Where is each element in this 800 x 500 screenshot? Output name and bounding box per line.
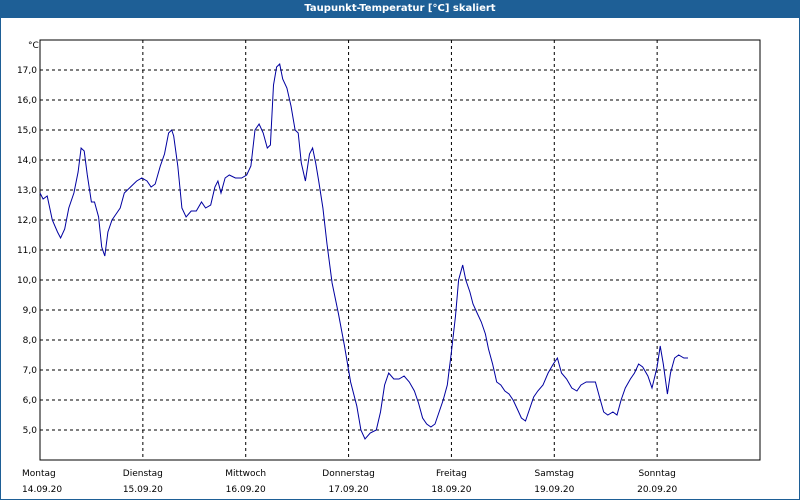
x-tick-day-label: Mittwoch: [225, 469, 266, 479]
y-tick-label: 8,0: [23, 336, 38, 346]
y-tick-label: 16,0: [17, 96, 37, 106]
x-tick-date-label: 18.09.20: [431, 485, 471, 495]
y-tick-label: 10,0: [17, 276, 37, 286]
x-tick-date-label: 19.09.20: [534, 485, 574, 495]
x-tick-date-label: 17.09.20: [329, 485, 369, 495]
x-tick-date-label: 14.09.20: [22, 485, 62, 495]
y-tick-label: 17,0: [17, 66, 37, 76]
y-tick-label: 14,0: [17, 156, 37, 166]
y-tick-label: 11,0: [17, 246, 37, 256]
dewpoint-chart: 5,0 6,0 7,0 8,0 9,0 10,0 11,0 12,0 13,0 14,0 15,0 1…: [17, 39, 761, 495]
x-tick-day-label: Samstag: [535, 469, 574, 479]
x-tick-day-label: Montag: [22, 469, 56, 479]
y-tick-label: 13,0: [17, 186, 37, 196]
x-tick-date-label: 15.09.20: [123, 485, 163, 495]
y-tick-label: 5,0: [23, 426, 38, 436]
y-tick-label: 15,0: [17, 126, 37, 136]
x-tick-day-label: Dienstag: [123, 469, 163, 479]
y-tick-labels: 5,0 6,0 7,0 8,0 9,0 10,0 11,0 12,0 13,0 14,0 15,0 1…: [17, 66, 37, 436]
y-tick-label: 7,0: [23, 366, 38, 376]
x-tick-date-label: 20.09.20: [637, 485, 677, 495]
y-axis-unit-label: °C: [28, 41, 39, 51]
y-tick-label: 9,0: [23, 306, 38, 316]
x-tick-date-label: 16.09.20: [226, 485, 266, 495]
x-tick-day-label: Freitag: [436, 469, 467, 479]
x-tick-day-label: Donnerstag: [322, 469, 375, 479]
y-tick-label: 6,0: [23, 396, 38, 406]
y-tick-label: 12,0: [17, 216, 37, 226]
x-tick-labels: Montag 14.09.20 Dienstag 15.09.20 Mittwoch 16…: [22, 469, 677, 495]
x-tick-day-label: Sonntag: [638, 469, 675, 479]
